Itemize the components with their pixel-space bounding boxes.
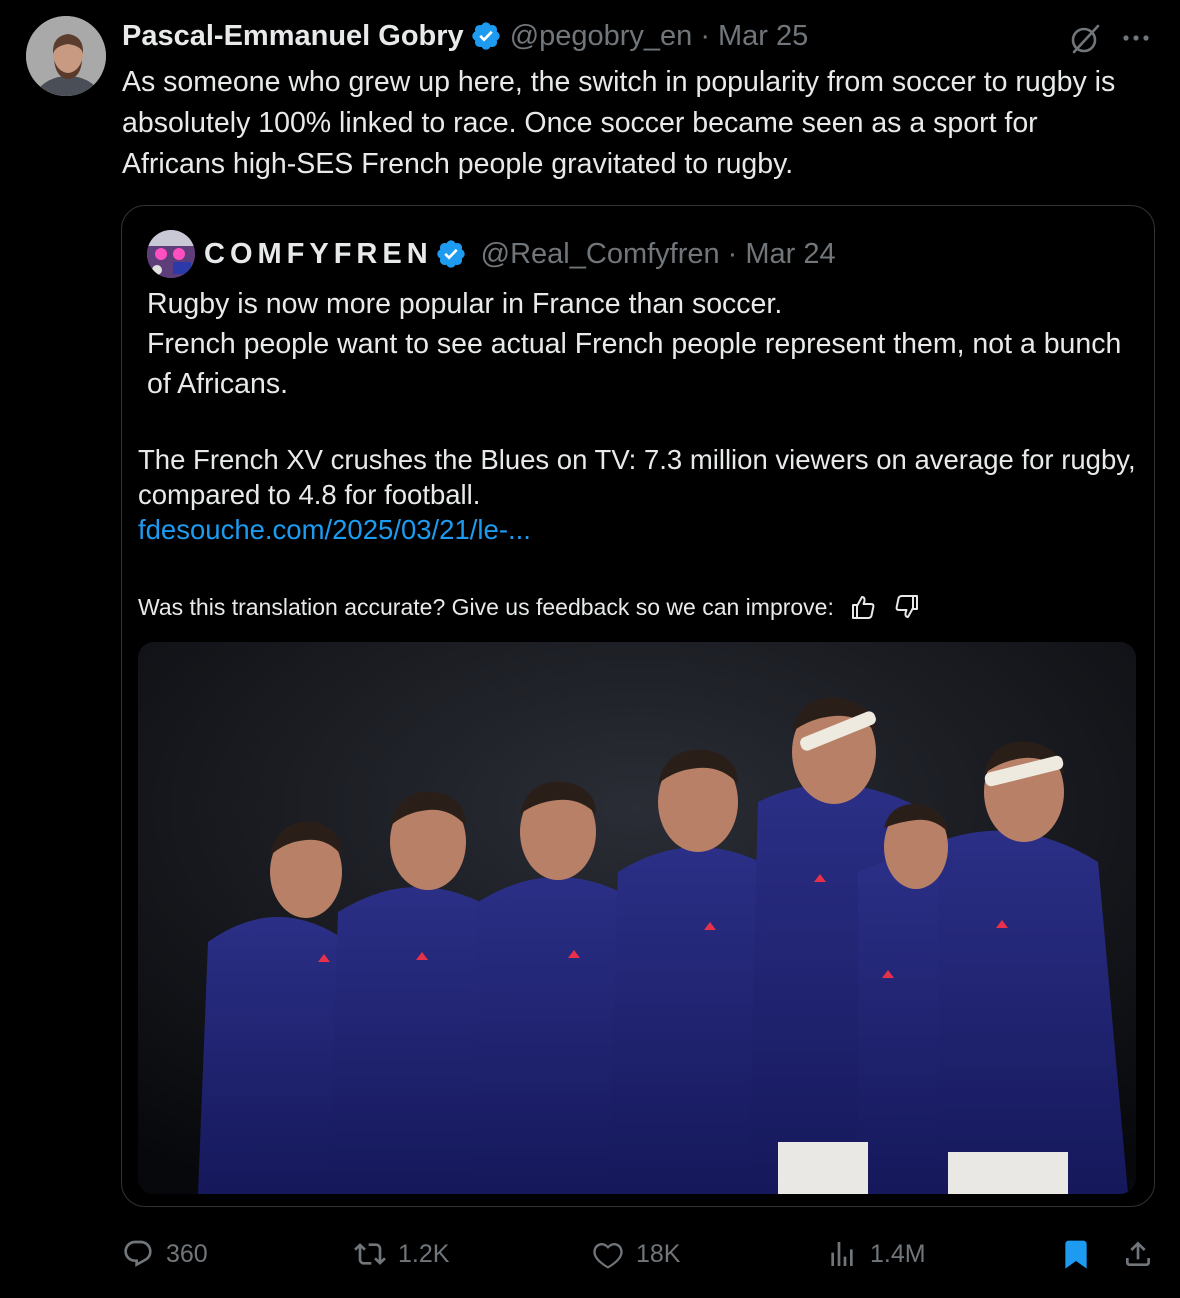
separator-dot: · <box>700 19 710 52</box>
author-display-name[interactable]: Pascal-Emmanuel Gobry <box>122 20 464 53</box>
like-button[interactable]: 18K <box>592 1232 680 1276</box>
views-button[interactable]: 1.4M <box>826 1232 926 1276</box>
tweet-text: As someone who grew up here, the switch … <box>122 66 1116 180</box>
thumbs-down-icon[interactable] <box>892 592 922 622</box>
share-icon <box>1126 1241 1150 1266</box>
author-avatar[interactable] <box>26 16 106 96</box>
quoted-text-line: Rugby is now more popular in France than… <box>147 288 783 320</box>
quoted-display-name[interactable]: COMFYFREN <box>204 238 433 271</box>
views-icon <box>831 1242 853 1266</box>
like-count: 18K <box>636 1239 681 1268</box>
more-icon[interactable] <box>1118 24 1154 52</box>
repost-icon <box>354 1243 386 1265</box>
quoted-text: Rugby is now more popular in France than… <box>147 284 1137 404</box>
reply-count: 360 <box>166 1239 208 1268</box>
views-count: 1.4M <box>870 1239 926 1268</box>
quoted-handle[interactable]: @Real_Comfyfren <box>481 238 720 271</box>
verified-badge-icon[interactable] <box>470 20 502 52</box>
feedback-prompt: Was this translation accurate? Give us f… <box>138 593 834 620</box>
quoted-date[interactable]: Mar 24 <box>745 238 835 271</box>
heart-icon <box>593 1242 623 1269</box>
grok-icon[interactable] <box>1068 22 1102 56</box>
translated-text-block: The French XV crushes the Blues on TV: 7… <box>138 442 1148 547</box>
repost-button[interactable]: 1.2K <box>354 1232 449 1276</box>
translated-text: The French XV crushes the Blues on TV: 7… <box>138 444 1136 510</box>
thumbs-up-icon[interactable] <box>848 592 878 622</box>
quoted-header: COMFYFREN @Real_Comfyfren · Mar 24 <box>204 234 836 274</box>
author-handle[interactable]: @pegobry_en <box>510 20 693 53</box>
quoted-tweet[interactable]: COMFYFREN @Real_Comfyfren · Mar 24 Rugby… <box>121 205 1155 1207</box>
translation-feedback: Was this translation accurate? Give us f… <box>138 590 922 624</box>
bookmark-button[interactable] <box>1060 1232 1092 1276</box>
share-button[interactable] <box>1122 1232 1154 1276</box>
bookmark-icon <box>1065 1240 1087 1269</box>
repost-count: 1.2K <box>398 1239 450 1268</box>
photo-rugby-team[interactable] <box>138 642 1136 1194</box>
reply-button[interactable]: 360 <box>122 1232 208 1276</box>
quoted-text-line: French people want to see actual French … <box>147 328 1122 400</box>
tweet[interactable]: Pascal-Emmanuel Gobry @pegobry_en · Mar … <box>0 0 1180 1298</box>
tweet-date[interactable]: Mar 25 <box>718 20 808 53</box>
tweet-header: Pascal-Emmanuel Gobry @pegobry_en · Mar … <box>122 18 808 54</box>
verified-badge-icon[interactable] <box>435 238 467 270</box>
reply-icon <box>124 1240 152 1267</box>
action-bar: 360 1.2K 18K 1.4M <box>122 1232 1162 1276</box>
separator-dot: · <box>727 237 738 270</box>
quoted-author-avatar[interactable] <box>147 230 195 278</box>
translation-link[interactable]: fdesouche.com/2025/03/21/le-... <box>138 512 1148 547</box>
